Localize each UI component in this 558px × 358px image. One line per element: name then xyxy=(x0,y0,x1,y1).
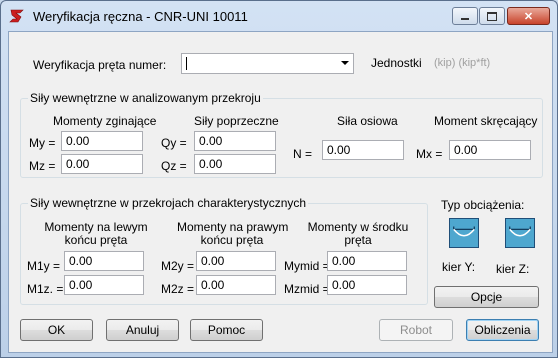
member-number-combo[interactable] xyxy=(181,53,354,74)
n-input[interactable]: 0.00 xyxy=(322,140,404,160)
load-diagram-y-icon[interactable] xyxy=(449,218,479,248)
app-logo-icon xyxy=(9,9,24,23)
close-button[interactable]: ✕ xyxy=(507,7,550,25)
m1z-label: M1z. = xyxy=(27,282,64,296)
minimize-icon xyxy=(461,17,469,20)
right-end-header-line2: końcu pręta xyxy=(200,233,264,247)
mz-label: Mz = xyxy=(29,159,56,173)
qz-label: Qz = xyxy=(161,159,187,173)
units-value: (kip) (kip*ft) xyxy=(434,57,491,69)
dialog-window: Weryfikacja ręczna - CNR-UNI 10011 ✕ Wer… xyxy=(0,0,558,358)
my-label: My = xyxy=(29,136,56,150)
shear-forces-header: Siły poprzeczne xyxy=(194,114,279,128)
calculate-button[interactable]: Obliczenia xyxy=(466,319,539,341)
mx-input[interactable]: 0.00 xyxy=(449,140,531,160)
maximize-button[interactable] xyxy=(479,7,505,25)
mz-input[interactable]: 0.00 xyxy=(61,154,143,174)
mymid-input[interactable]: 0.00 xyxy=(327,251,407,271)
mzmid-label: Mzmid = xyxy=(284,282,330,296)
close-icon: ✕ xyxy=(523,10,534,23)
left-end-header-line1: Momenty na lewym xyxy=(44,220,148,234)
load-type-title: Typ obciążenia: xyxy=(441,198,525,212)
text-cursor xyxy=(186,57,187,70)
characteristic-forces-title: Siły wewnętrzne w przekrojach charaktery… xyxy=(28,196,309,210)
chevron-down-icon[interactable] xyxy=(341,61,349,65)
qy-input[interactable]: 0.00 xyxy=(194,131,276,151)
minimize-button[interactable] xyxy=(452,7,478,25)
m1z-input[interactable]: 0.00 xyxy=(64,275,144,295)
torsion-moment-header: Moment skręcający xyxy=(434,114,538,128)
axial-force-header: Siła osiowa xyxy=(337,114,398,128)
options-button[interactable]: Opcje xyxy=(434,286,539,308)
m1y-label: M1y = xyxy=(27,259,61,273)
help-button[interactable]: Pomoc xyxy=(190,319,263,341)
ok-button[interactable]: OK xyxy=(20,319,93,341)
n-label: N = xyxy=(293,147,313,161)
m2y-input[interactable]: 0.00 xyxy=(196,251,276,271)
load-diagram-z-icon[interactable] xyxy=(505,218,535,248)
title-bar: Weryfikacja ręczna - CNR-UNI 10011 ✕ xyxy=(1,1,557,31)
verification-label: Weryfikacja pręta numer: xyxy=(33,58,167,72)
mid-span-header-line1: Momenty w środku xyxy=(307,220,409,234)
m2y-label: M2y = xyxy=(161,259,195,273)
mzmid-input[interactable]: 0.00 xyxy=(327,275,407,295)
m2z-label: M2z = xyxy=(161,282,195,296)
m1y-input[interactable]: 0.00 xyxy=(64,251,144,271)
dialog-body: Weryfikacja pręta numer: Jednostki (kip)… xyxy=(8,31,553,353)
window-title: Weryfikacja ręczna - CNR-UNI 10011 xyxy=(33,9,248,24)
mymid-label: Mymid = xyxy=(284,259,330,273)
right-end-header-line1: Momenty na prawym xyxy=(177,220,289,234)
kier-z-label: kier Z: xyxy=(496,262,530,276)
qy-label: Qy = xyxy=(161,136,187,150)
qz-input[interactable]: 0.00 xyxy=(194,154,276,174)
my-input[interactable]: 0.00 xyxy=(61,131,143,151)
bending-moments-header: Momenty zginające xyxy=(53,114,157,128)
robot-button[interactable]: Robot xyxy=(379,319,453,341)
kier-y-label: kier Y: xyxy=(442,260,476,274)
cancel-button[interactable]: Anuluj xyxy=(106,319,179,341)
maximize-icon xyxy=(487,11,497,21)
mid-span-header-line2: pręta xyxy=(344,233,372,247)
section-forces-title: Siły wewnętrzne w analizowanym przekroju xyxy=(28,91,263,105)
m2z-input[interactable]: 0.00 xyxy=(196,275,276,295)
left-end-header-line2: końcu pręta xyxy=(64,233,128,247)
mx-label: Mx = xyxy=(416,147,443,161)
units-label: Jednostki xyxy=(371,56,422,70)
